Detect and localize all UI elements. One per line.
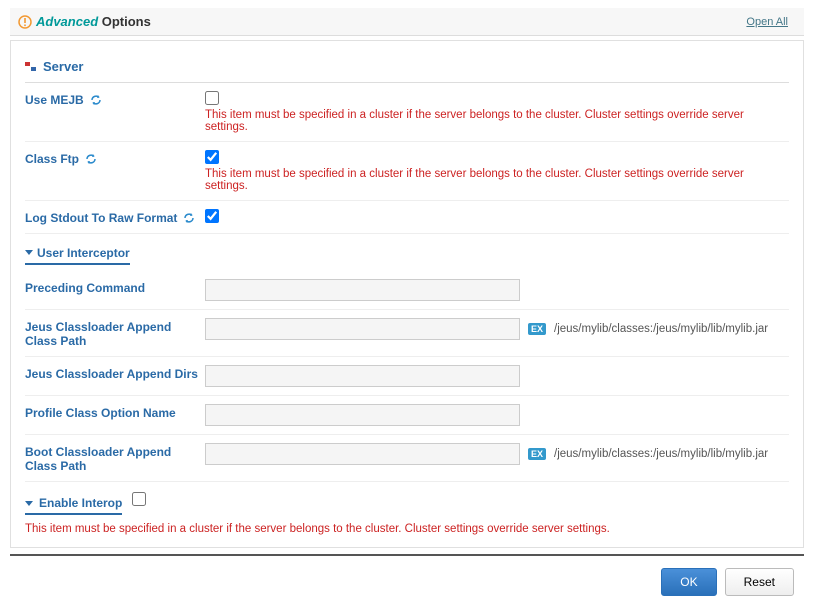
server-section-header: Server [25,53,789,83]
user-interceptor-toggle[interactable]: User Interceptor [25,246,130,265]
profile-class-option-label: Profile Class Option Name [25,406,176,420]
ex-badge: EX [528,448,546,460]
server-title: Server [43,59,83,74]
panel-title: Advanced Options [36,14,151,29]
class-ftp-checkbox[interactable] [205,150,219,164]
chevron-down-icon [25,250,33,255]
class-ftp-row: Class Ftp This item must be specified in… [25,142,789,201]
reset-button[interactable]: Reset [725,568,794,596]
log-stdout-checkbox[interactable] [205,209,219,223]
boot-cl-append-cp-label: Boot Classloader Append Class Path [25,445,205,473]
log-stdout-label: Log Stdout To Raw Format [25,211,177,225]
user-interceptor-title: User Interceptor [37,246,130,260]
jeus-cl-append-dirs-label: Jeus Classloader Append Dirs [25,367,198,381]
ok-button[interactable]: OK [661,568,716,596]
ex-badge: EX [528,323,546,335]
sync-icon [90,94,102,106]
boot-classloader-append-class-path-row: Boot Classloader Append Class Path EX /j… [25,435,789,482]
log-stdout-row: Log Stdout To Raw Format [25,201,789,234]
enable-interop-warning: This item must be specified in a cluster… [25,519,789,535]
preceding-command-row: Preceding Command [25,271,789,310]
use-mejb-row: Use MEJB This item must be specified in … [25,83,789,142]
use-mejb-checkbox[interactable] [205,91,219,105]
footer: OK Reset [10,554,804,600]
class-ftp-warning: This item must be specified in a cluster… [205,168,789,192]
jeus-classloader-append-dirs-row: Jeus Classloader Append Dirs [25,357,789,396]
server-panel: Server Use MEJB This item must be specif… [10,40,804,548]
jeus-cl-append-cp-label: Jeus Classloader Append Class Path [25,320,205,348]
sync-icon [85,153,97,165]
jeus-cl-append-cp-example: /jeus/mylib/classes:/jeus/mylib/lib/myli… [554,323,768,335]
profile-class-option-input[interactable] [205,404,520,426]
server-icon [25,61,37,73]
profile-class-option-name-row: Profile Class Option Name [25,396,789,435]
use-mejb-label: Use MEJB [25,93,84,107]
open-all-link[interactable]: Open All [746,16,796,28]
jeus-cl-append-cp-input[interactable] [205,318,520,340]
boot-cl-append-cp-example: /jeus/mylib/classes:/jeus/mylib/lib/myli… [554,448,768,460]
enable-interop-label: Enable Interop [39,496,122,510]
preceding-command-label: Preceding Command [25,281,145,295]
warning-icon [18,15,32,29]
jeus-cl-append-dirs-input[interactable] [205,365,520,387]
chevron-down-icon [25,501,33,506]
preceding-command-input[interactable] [205,279,520,301]
jeus-classloader-append-class-path-row: Jeus Classloader Append Class Path EX /j… [25,310,789,357]
enable-interop-toggle[interactable]: Enable Interop [25,496,122,515]
advanced-options-header: Advanced Options Open All [10,8,804,36]
class-ftp-label: Class Ftp [25,152,79,166]
use-mejb-warning: This item must be specified in a cluster… [205,109,789,133]
sync-icon [183,212,195,224]
enable-interop-checkbox[interactable] [132,492,146,506]
boot-cl-append-cp-input[interactable] [205,443,520,465]
